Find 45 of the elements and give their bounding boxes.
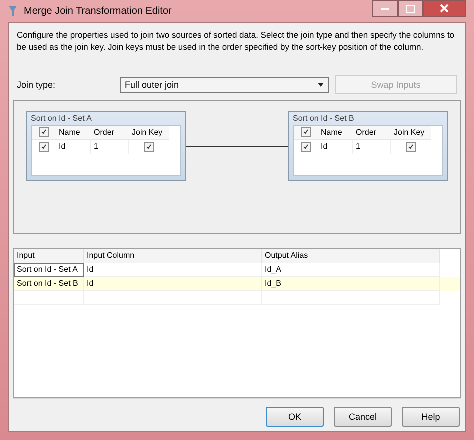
- table-cell[interactable]: Id_B: [262, 276, 440, 291]
- table-cell: Id: [56, 140, 91, 154]
- minimize-icon: [381, 7, 389, 10]
- join-type-dropdown[interactable]: Full outer join: [120, 76, 330, 93]
- table-cell: 1: [91, 140, 129, 154]
- column-header: Output Alias: [262, 248, 440, 263]
- column-header: Join Key: [391, 126, 431, 140]
- empty-cell[interactable]: [84, 290, 262, 305]
- maximize-button[interactable]: [398, 0, 423, 17]
- table-cell[interactable]: Sort on Id - Set B: [14, 276, 84, 291]
- checkbox[interactable]: [301, 142, 311, 152]
- table-cell[interactable]: Id: [84, 276, 262, 291]
- checkbox[interactable]: [39, 127, 49, 138]
- checkbox[interactable]: [39, 142, 49, 152]
- close-button[interactable]: [423, 0, 466, 17]
- input-title: Sort on Id - Set A: [31, 114, 93, 125]
- dialog-button[interactable]: Help: [402, 407, 460, 427]
- column-header: Name: [56, 126, 91, 140]
- table-cell: Id: [318, 140, 353, 154]
- input-table[interactable]: Sort on Id - Set A Name Order Join Key Id 1: [26, 110, 186, 181]
- input-table[interactable]: Sort on Id - Set B Name Order Join Key Id 1: [288, 110, 448, 181]
- window-title: Merge Join Transformation Editor: [24, 6, 172, 16]
- checkbox[interactable]: [406, 142, 416, 152]
- column-header: Order: [91, 126, 129, 140]
- column-header: Join Key: [129, 126, 169, 140]
- column-header: Input Column: [84, 248, 262, 263]
- dialog-button[interactable]: OK: [266, 407, 324, 427]
- input-title: Sort on Id - Set B: [293, 114, 356, 125]
- maximize-icon: [406, 4, 415, 12]
- caret-icon: [318, 82, 324, 87]
- close-icon: [440, 4, 449, 13]
- table-cell: 1: [353, 140, 391, 154]
- minimize-button[interactable]: [372, 0, 398, 17]
- app-icon: [8, 5, 18, 17]
- column-header: Name: [318, 126, 353, 140]
- empty-cell[interactable]: [262, 290, 440, 305]
- checkbox[interactable]: [144, 142, 154, 152]
- description-text: Configure the properties used to join two sources of sorted data. Select the join type and then specify the columns to be used as the join key. Join keys must be used in the order specified by the sort-key position of the column.: [17, 29, 456, 53]
- join-type-label: Join type:: [17, 80, 57, 90]
- checkbox[interactable]: [301, 127, 311, 138]
- dialog-button[interactable]: Cancel: [334, 407, 392, 427]
- column-header: Order: [353, 126, 391, 140]
- empty-cell[interactable]: [14, 290, 84, 305]
- column-header: Input: [14, 248, 84, 263]
- table-cell[interactable]: Sort on Id - Set A: [14, 262, 84, 277]
